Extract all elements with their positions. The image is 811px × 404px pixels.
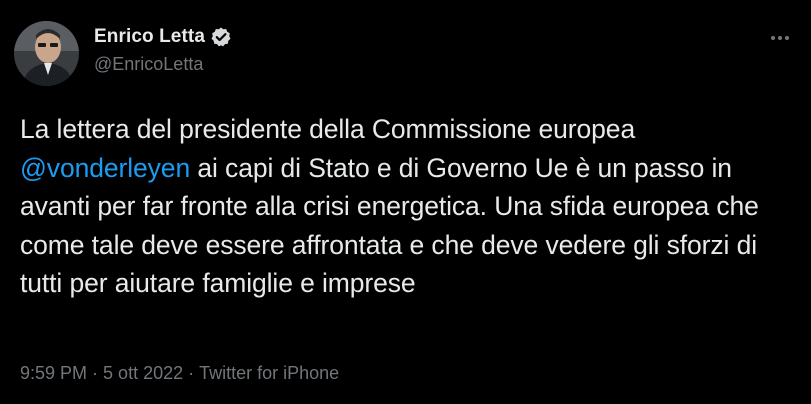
avatar[interactable] — [14, 21, 79, 86]
verified-badge-icon — [210, 26, 232, 48]
more-options-icon[interactable] — [767, 30, 793, 46]
tweet-timestamp-time[interactable]: 9:59 PM — [20, 363, 87, 383]
mention-link[interactable]: @vonderleyen — [20, 153, 190, 183]
avatar-photo — [14, 21, 79, 86]
more-dot — [778, 36, 782, 40]
more-dot — [785, 36, 789, 40]
tweet-source[interactable]: Twitter for iPhone — [199, 363, 339, 383]
meta-separator: · — [188, 363, 195, 383]
display-name[interactable]: Enrico Letta — [94, 26, 205, 48]
meta-separator: · — [92, 363, 99, 383]
more-dot — [771, 36, 775, 40]
tweet-meta: 9:59 PM · 5 ott 2022 · Twitter for iPhone — [20, 363, 339, 384]
author-block: Enrico Letta @EnricoLetta — [94, 24, 232, 75]
tweet-text-part-1: La lettera del presidente della Commissi… — [20, 114, 636, 144]
tweet-text: La lettera del presidente della Commissi… — [20, 110, 800, 303]
tweet-timestamp-date[interactable]: 5 ott 2022 — [103, 363, 183, 383]
name-row: Enrico Letta — [94, 24, 232, 50]
user-handle[interactable]: @EnricoLetta — [94, 54, 232, 75]
tweet-card: Enrico Letta @EnricoLetta La lettera del… — [0, 0, 811, 404]
